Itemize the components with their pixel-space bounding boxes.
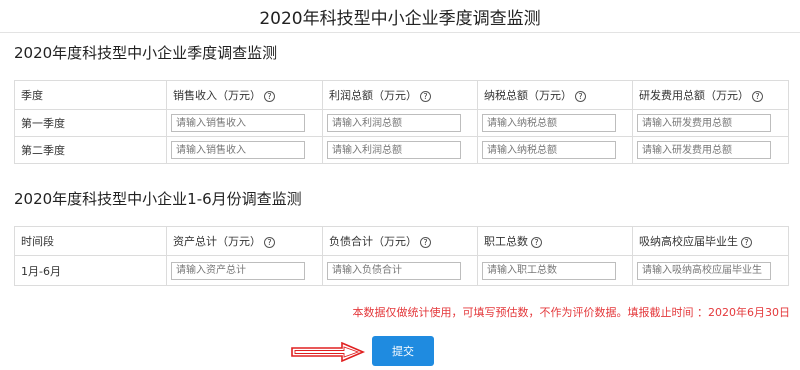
total-profit-input[interactable] [327, 114, 461, 132]
total-assets-input[interactable] [171, 261, 305, 280]
total-liabilities-input[interactable] [327, 261, 461, 280]
column-header: 研发费用总额（万元）? [632, 80, 789, 110]
row-label: 1月-6月 [14, 255, 167, 286]
section2-title: 2020年度科技型中小企业1-6月份调查监测 [14, 190, 302, 208]
table-header-row: 时间段 资产总计（万元）? 负债合计（万元）? 职工总数? 吸纳高校应届毕业生? [14, 226, 789, 256]
total-tax-input[interactable] [482, 114, 616, 132]
total-tax-input[interactable] [482, 141, 616, 159]
rd-expense-input[interactable] [637, 114, 771, 132]
column-header: 季度 [14, 80, 167, 110]
arrow-right-icon [291, 342, 366, 362]
row-label: 第一季度 [14, 109, 167, 137]
help-circle-icon[interactable]: ? [420, 237, 431, 248]
employee-count-input[interactable] [482, 261, 616, 280]
help-circle-icon[interactable]: ? [741, 237, 752, 248]
column-header: 吸纳高校应届毕业生? [632, 226, 789, 256]
column-header: 销售收入（万元）? [166, 80, 323, 110]
table-header-row: 季度 销售收入（万元）? 利润总额（万元）? 纳税总额（万元）? 研发费用总额（… [14, 80, 789, 110]
table-row: 第一季度 [14, 109, 789, 137]
column-header: 资产总计（万元）? [166, 226, 323, 256]
help-circle-icon[interactable]: ? [264, 237, 275, 248]
help-circle-icon[interactable]: ? [531, 237, 542, 248]
submit-button[interactable]: 提交 [372, 336, 434, 366]
help-circle-icon[interactable]: ? [575, 91, 586, 102]
column-header: 负债合计（万元）? [322, 226, 478, 256]
help-circle-icon[interactable]: ? [420, 91, 431, 102]
column-header: 纳税总额（万元）? [477, 80, 633, 110]
sales-revenue-input[interactable] [171, 141, 305, 159]
rd-expense-input[interactable] [637, 141, 771, 159]
section1-title: 2020年度科技型中小企业季度调查监测 [14, 44, 278, 62]
quarterly-table: 季度 销售收入（万元）? 利润总额（万元）? 纳税总额（万元）? 研发费用总额（… [14, 80, 789, 164]
graduates-hired-input[interactable] [637, 261, 771, 280]
row-label: 第二季度 [14, 136, 167, 164]
column-header: 利润总额（万元）? [322, 80, 478, 110]
deadline-notice: 本数据仅做统计使用，可填写预估数，不作为评价数据。填报截止时间 ：2020年6月… [352, 306, 790, 319]
table-row: 第二季度 [14, 136, 789, 164]
title-divider [0, 32, 800, 33]
sales-revenue-input[interactable] [171, 114, 305, 132]
half-year-table: 时间段 资产总计（万元）? 负债合计（万元）? 职工总数? 吸纳高校应届毕业生?… [14, 226, 789, 286]
page-title: 2020年科技型中小企业季度调查监测 [259, 9, 541, 29]
table-row: 1月-6月 [14, 255, 789, 286]
column-header: 职工总数? [477, 226, 633, 256]
column-header: 时间段 [14, 226, 167, 256]
total-profit-input[interactable] [327, 141, 461, 159]
help-circle-icon[interactable]: ? [264, 91, 275, 102]
help-circle-icon[interactable]: ? [752, 91, 763, 102]
